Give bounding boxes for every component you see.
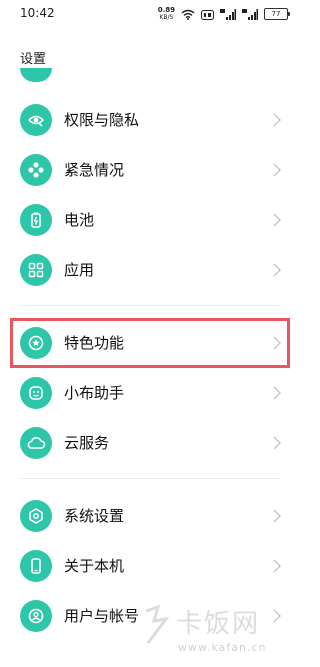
highlight-box <box>10 318 290 368</box>
wifi-icon <box>181 5 195 24</box>
emergency-icon <box>20 154 52 186</box>
chevron-right-icon <box>273 509 281 523</box>
settings-item-assistant[interactable]: 小布助手 <box>0 371 300 415</box>
settings-item-label: 云服务 <box>64 434 110 452</box>
assistant-icon <box>20 377 52 409</box>
settings-item-label: 权限与隐私 <box>64 111 140 129</box>
chevron-right-icon <box>273 386 281 400</box>
settings-item-privacy[interactable]: 权限与隐私 <box>0 98 300 142</box>
cloud-icon <box>20 427 52 459</box>
chevron-right-icon <box>273 559 281 573</box>
settings-item-apps[interactable]: 应用 <box>0 248 300 292</box>
network-speed-unit: KB/S <box>159 14 174 21</box>
settings-item-cloud[interactable]: 云服务 <box>0 421 300 465</box>
status-icons: 0.89 KB/S 77 <box>157 5 290 24</box>
partial-item-icon <box>20 68 52 82</box>
settings-item-label: 小布助手 <box>64 384 125 402</box>
signal-5g-icon <box>220 5 236 24</box>
settings-item-system[interactable]: 系统设置 <box>0 494 300 538</box>
watermark-logo-icon <box>145 605 170 644</box>
status-bar: 10:42 0.89 KB/S 77 <box>0 0 300 28</box>
privacy-eye-icon <box>20 104 52 136</box>
group-divider <box>20 478 280 479</box>
settings-item-battery[interactable]: 电池 <box>0 198 300 242</box>
group-divider <box>20 305 280 306</box>
status-time: 10:42 <box>20 6 55 20</box>
settings-item-label: 系统设置 <box>64 507 125 525</box>
chevron-right-icon <box>273 436 281 450</box>
settings-item-label: 紧急情况 <box>64 161 125 179</box>
settings-item-label: 关于本机 <box>64 557 125 575</box>
user-icon <box>20 600 52 632</box>
chevron-right-icon <box>273 163 281 177</box>
watermark-url: www.kafan.cn <box>178 641 267 654</box>
settings-item-label: 应用 <box>64 261 95 279</box>
settings-item-about-phone[interactable]: 关于本机 <box>0 544 300 588</box>
hd-icon <box>201 5 214 24</box>
settings-item-label: 电池 <box>64 211 95 229</box>
chevron-right-icon <box>273 213 281 227</box>
watermark: 卡饭网 www.kafan.cn <box>142 603 292 659</box>
page-title: 设置 <box>20 52 47 67</box>
chevron-right-icon <box>273 263 281 277</box>
apps-grid-icon <box>20 254 52 286</box>
battery-icon <box>20 204 52 236</box>
settings-item-label: 用户与帐号 <box>64 607 140 625</box>
phone-icon <box>20 550 52 582</box>
settings-item-emergency[interactable]: 紧急情况 <box>0 148 300 192</box>
signal-4g-icon <box>242 5 258 24</box>
chevron-right-icon <box>273 113 281 127</box>
watermark-name: 卡饭网 <box>176 609 261 639</box>
network-speed-value: 0.89 <box>157 6 175 14</box>
system-settings-icon <box>20 500 52 532</box>
network-speed: 0.89 KB/S <box>157 6 175 22</box>
battery-indicator: 77 <box>264 8 290 20</box>
